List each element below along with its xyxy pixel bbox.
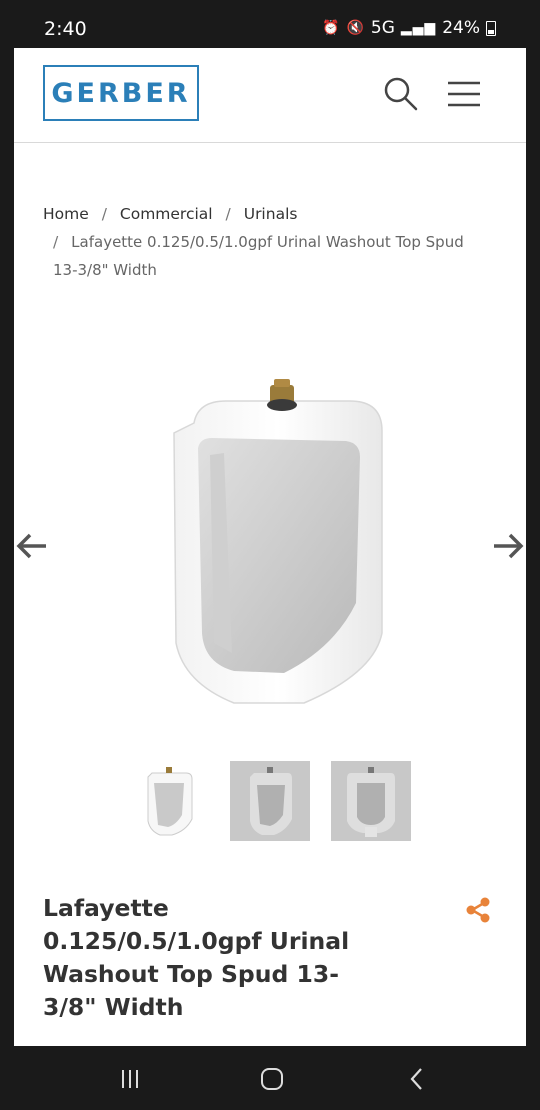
thumbnail-2[interactable] bbox=[230, 761, 310, 841]
signal-icon: ▂▄▆ bbox=[400, 20, 437, 36]
search-icon[interactable] bbox=[383, 76, 419, 112]
web-page: GERBER Home / Commercial / Urinals / Laf… bbox=[14, 48, 526, 1046]
product-gallery bbox=[14, 348, 526, 748]
breadcrumb-urinals[interactable]: Urinals bbox=[244, 205, 298, 223]
breadcrumb-separator: / bbox=[101, 205, 107, 223]
breadcrumb-commercial[interactable]: Commercial bbox=[120, 205, 213, 223]
menu-icon[interactable] bbox=[446, 80, 482, 108]
home-icon[interactable] bbox=[257, 1064, 287, 1094]
battery-icon bbox=[486, 20, 496, 36]
alarm-icon: ⏰ bbox=[322, 20, 341, 36]
thumbnail-3[interactable] bbox=[331, 761, 411, 841]
share-icon[interactable] bbox=[464, 896, 492, 924]
mute-icon: 🔇 bbox=[346, 20, 365, 36]
product-title-line: 0.125/0.5/1.0gpf Urinal bbox=[43, 927, 350, 955]
status-indicators: ⏰ 🔇 5G ▂▄▆ 24% bbox=[322, 18, 496, 38]
breadcrumb-separator: / bbox=[225, 205, 231, 223]
recent-apps-icon[interactable] bbox=[115, 1064, 145, 1094]
arrow-left-icon[interactable] bbox=[14, 528, 50, 564]
product-title-line: Washout Top Spud 13- bbox=[43, 960, 339, 988]
breadcrumb-current-cont: 13-3/8" Width bbox=[53, 261, 157, 279]
gerber-logo[interactable]: GERBER bbox=[43, 65, 199, 121]
breadcrumb-separator: / bbox=[53, 233, 59, 251]
back-icon[interactable] bbox=[402, 1064, 432, 1094]
product-image bbox=[173, 379, 383, 704]
product-title-line: 3/8" Width bbox=[43, 993, 184, 1021]
product-title-line: Lafayette bbox=[43, 894, 169, 922]
arrow-right-icon[interactable] bbox=[490, 528, 526, 564]
system-nav-bar bbox=[0, 1046, 540, 1110]
battery-level: 24% bbox=[442, 18, 480, 38]
site-header: GERBER bbox=[14, 48, 526, 143]
product-title: Lafayette 0.125/0.5/1.0gpf Urinal Washou… bbox=[43, 892, 393, 1024]
thumbnail-strip bbox=[14, 761, 526, 841]
status-time: 2:40 bbox=[44, 18, 87, 40]
network-label: 5G bbox=[370, 18, 395, 38]
breadcrumb-current: Lafayette 0.125/0.5/1.0gpf Urinal Washou… bbox=[71, 233, 464, 251]
status-bar: 2:40 ⏰ 🔇 5G ▂▄▆ 24% bbox=[0, 0, 540, 48]
breadcrumb-home[interactable]: Home bbox=[43, 205, 89, 223]
thumbnail-1[interactable] bbox=[130, 761, 210, 841]
breadcrumb: Home / Commercial / Urinals / Lafayette … bbox=[43, 200, 493, 284]
